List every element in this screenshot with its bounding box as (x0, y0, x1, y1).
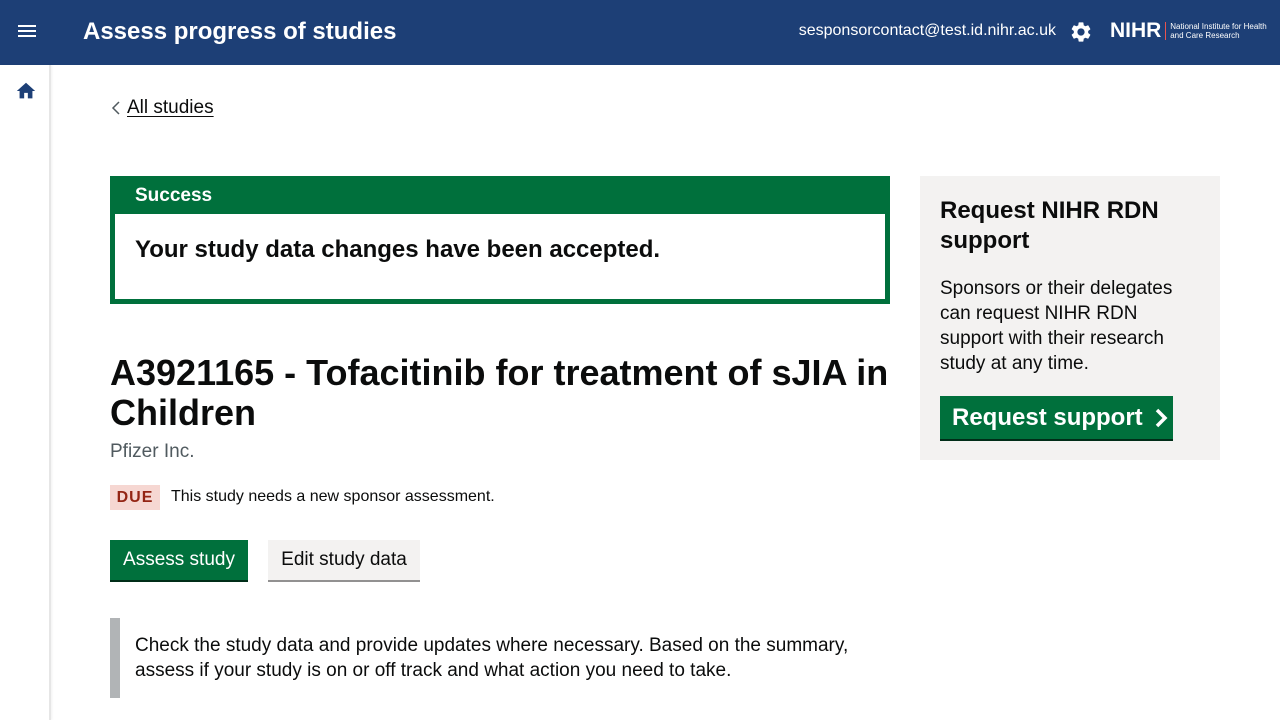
logo-divider (1165, 22, 1167, 40)
back-link[interactable]: All studies (110, 97, 214, 119)
success-banner-message: Your study data changes have been accept… (135, 236, 661, 263)
home-icon[interactable] (15, 80, 37, 102)
edit-study-data-button[interactable]: Edit study data (268, 540, 420, 580)
app-title[interactable]: Assess progress of studies (83, 18, 396, 46)
success-banner: Success Your study data changes have bee… (110, 176, 890, 304)
status-badge: DUE (110, 485, 160, 510)
logo-mark: NIHR (1110, 19, 1162, 42)
request-support-text: Sponsors or their delegates can request … (940, 278, 1173, 374)
chevron-left-icon (111, 101, 120, 115)
user-email: sesponsorcontact@test.id.nihr.ac.uk (798, 22, 1056, 39)
assess-study-button[interactable]: Assess study (110, 540, 248, 580)
request-support-title: Request NIHR RDN support (940, 197, 1159, 254)
gear-icon[interactable] (1069, 20, 1093, 44)
chevron-right-icon (1155, 408, 1168, 427)
hamburger-menu-icon[interactable] (14, 20, 40, 46)
app-header: Assess progress of studies sesponsorcont… (0, 0, 1280, 65)
request-support-panel: Request NIHR RDN support Sponsors or the… (920, 176, 1220, 460)
sponsor-name: Pfizer Inc. (110, 441, 195, 462)
page-title: A3921165 - Tofacitinib for treatment of … (110, 352, 889, 433)
request-support-button[interactable]: Request support (940, 396, 1173, 439)
success-banner-heading: Success (115, 181, 885, 214)
nihr-logo[interactable]: NIHR National Institute for Health and C… (1110, 18, 1270, 44)
inset-text: Check the study data and provide updates… (110, 618, 890, 698)
back-link-label: All studies (127, 97, 214, 118)
sidebar (0, 65, 51, 720)
status-message: This study needs a new sponsor assessmen… (171, 488, 495, 505)
logo-text: National Institute for Health and Care R… (1170, 22, 1267, 40)
request-support-label: Request support (952, 403, 1143, 431)
